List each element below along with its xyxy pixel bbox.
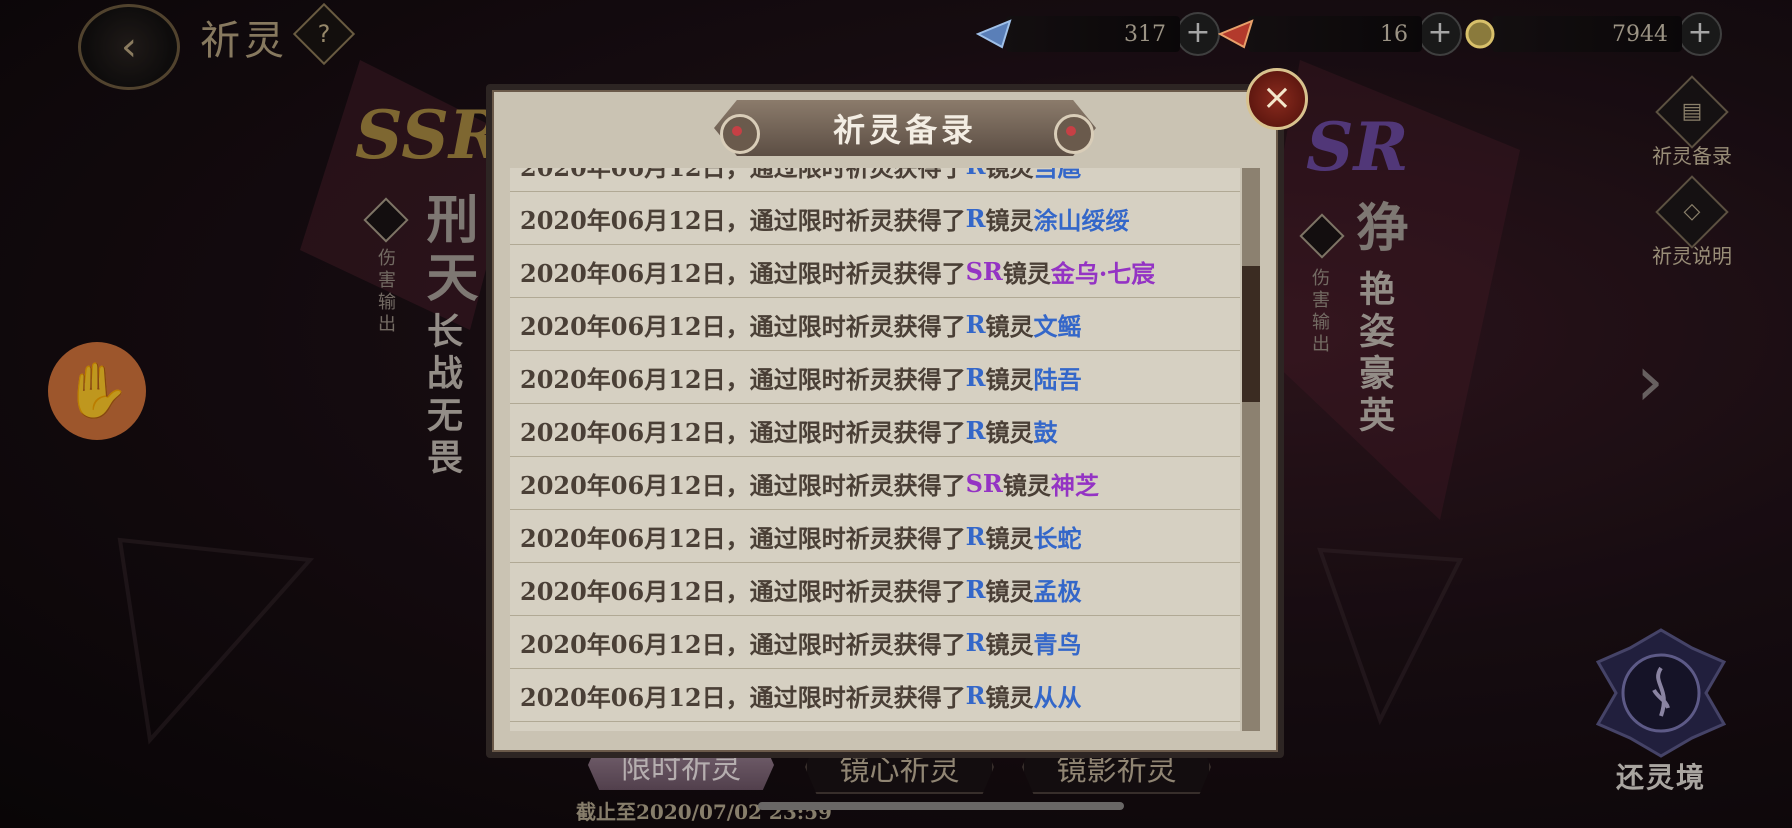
record-name: 文鳐 [1033,311,1082,341]
list-item: 2020年06月12日， 通过限时祈灵获得了 R 镜灵鼓 [510,404,1240,457]
list-item: 2020年06月12日， 通过限时祈灵获得了 R 镜灵 涂山绥绥 [510,192,1240,245]
title-ornament-right-icon [1054,114,1094,154]
record-suffix: 镜灵 [985,311,1034,341]
record-suffix: 镜灵 [985,364,1034,394]
record-name: 鼓 [1033,417,1058,447]
record-suffix: 镜灵 [1002,258,1051,288]
list-item: 2020年06月12日， 通过限时祈灵获得了 R 镜灵 文鳐 [510,298,1240,351]
record-text: 通过限时祈灵获得了 [749,523,966,553]
record-text: 通过限时祈灵获得了 [749,417,966,447]
scrollbar-thumb[interactable] [1242,266,1260,402]
record-name: 涂山绥绥 [1033,205,1130,235]
record-name: 从从 [1033,682,1082,712]
blue-crystal-icon [976,19,1012,49]
record-name: 青鸟 [1033,629,1082,659]
record-text: 通过限时祈灵获得了 [749,470,966,500]
record-date: 2020年06月12日， [520,682,750,712]
record-date: 2020年06月12日， [520,576,750,606]
record-date: 2020年06月12日， [520,311,750,341]
record-text: 通过限时祈灵获得了 [749,364,966,394]
list-item: 2020年06月12日，通过限时祈灵获得了R镜灵当扈 [510,168,1240,192]
record-date: 2020年06月12日， [520,258,750,288]
modal-title-bar: 祈灵备录 [714,100,1096,156]
record-text: 通过限时祈灵获得了 [749,682,966,712]
record-name: 长蛇 [1033,523,1082,553]
record-text: 通过限时祈灵获得了 [749,205,966,235]
record-suffix: 镜灵 [985,523,1034,553]
record-suffix: 镜灵 [985,576,1034,606]
record-suffix: 镜灵 [986,168,1034,183]
record-suffix: 镜灵 [985,682,1034,712]
gold-coin-icon [1465,19,1495,49]
records-list[interactable]: 2020年06月12日，通过限时祈灵获得了R镜灵当扈2020年06月12日，通过… [510,168,1240,731]
red-crystal-icon [1218,19,1254,49]
record-rarity: R [966,168,986,180]
record-suffix: 镜灵 [985,629,1034,659]
record-date: 2020年06月12日， [520,629,750,659]
record-name: 当扈 [1034,168,1082,183]
record-rarity: R [965,309,986,339]
record-rarity: R [965,203,986,233]
title-ornament-left-icon [720,114,760,154]
record-date: 2020年06月12日， [520,523,750,553]
record-date: 2020年06月12日， [520,168,750,183]
record-text: 通过限时祈灵获得了 [749,629,966,659]
record-name: 陆吾 [1033,364,1082,394]
record-rarity: SR [965,468,1003,498]
record-date: 2020年06月12日， [520,364,750,394]
list-item: 2020年06月12日， 通过限时祈灵获得了 R 镜灵 长蛇 [510,510,1240,563]
close-button[interactable]: × [1246,68,1308,130]
record-text: 通过限时祈灵获得了 [750,168,966,183]
record-text: 通过限时祈灵获得了 [749,576,966,606]
records-scrollbar[interactable] [1242,168,1260,731]
list-item: 2020年06月12日， 通过限时祈灵获得了 R 镜灵 孟极 [510,563,1240,616]
record-rarity: R [965,627,986,657]
record-suffix: 镜灵 [1002,470,1051,500]
record-suffix: 镜灵 [985,205,1034,235]
record-rarity: SR [965,256,1003,286]
modal-title: 祈灵备录 [832,111,977,149]
record-rarity: R [965,521,986,551]
record-text: 通过限时祈灵获得了 [749,311,966,341]
record-rarity: R [965,680,986,710]
records-modal: 祈灵备录 2020年06月12日，通过限时祈灵获得了R镜灵当扈2020年06月1… [486,84,1284,758]
record-name: 孟极 [1033,576,1082,606]
list-item: 2020年06月12日， 通过限时祈灵获得了 R 镜灵 青鸟 [510,616,1240,669]
record-date: 2020年06月12日， [520,205,750,235]
record-name: 神芝 [1050,470,1099,500]
record-date: 2020年06月12日， [520,470,750,500]
list-item: 2020年06月12日， 通过限时祈灵获得了 SR 镜灵 神芝 [510,457,1240,510]
record-name: 金乌·七宸 [1050,258,1156,288]
record-suffix: 镜灵 [985,417,1034,447]
record-rarity: R [965,415,986,445]
record-rarity: R [965,574,986,604]
record-rarity: R [965,362,986,392]
record-text: 通过限时祈灵获得了 [749,258,966,288]
record-date: 2020年06月12日， [520,417,750,447]
list-item: 2020年06月12日， 通过限时祈灵获得了 SR 镜灵 金乌·七宸 [510,245,1240,298]
list-item: 2020年06月12日， 通过限时祈灵获得了 R 镜灵 陆吾 [510,351,1240,404]
list-item: 2020年06月12日， 通过限时祈灵获得了 R 镜灵 从从 [510,669,1240,722]
